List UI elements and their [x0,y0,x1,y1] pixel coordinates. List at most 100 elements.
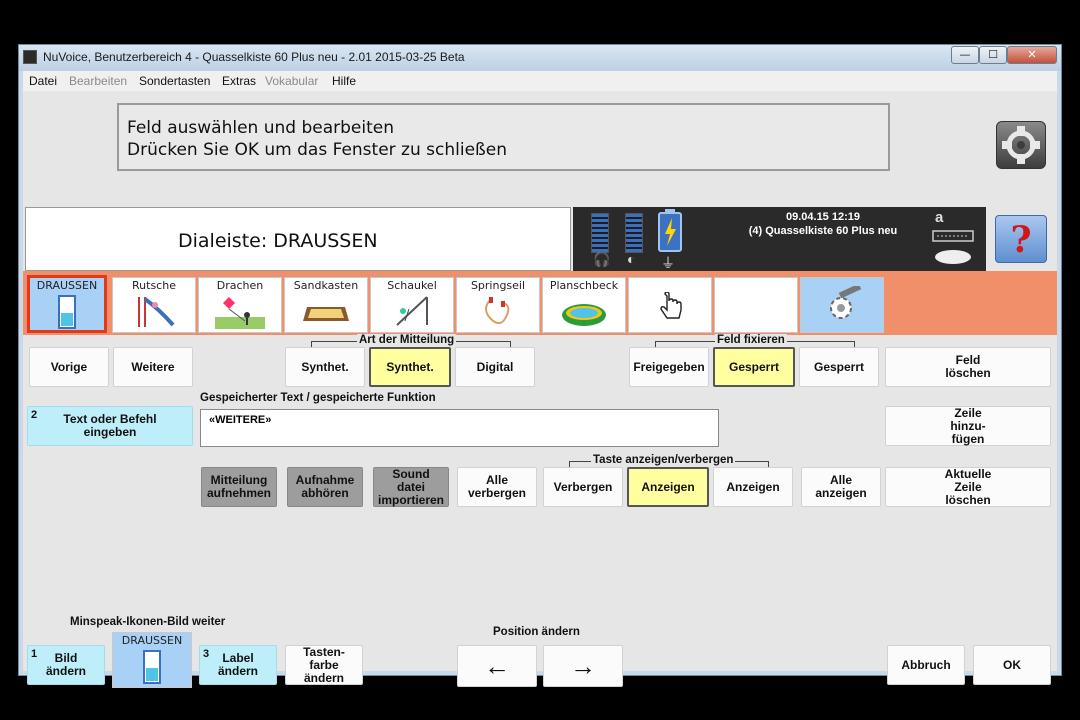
minimize-button[interactable]: — [951,46,979,64]
instruction-line-1: Feld auswählen und bearbeiten [127,118,395,138]
icon-row: DRAUSSEN Rutsche Drachen Sandkasten Scha… [23,271,1057,335]
mic-icon: ◐ [627,251,636,267]
icon-tile-tools[interactable] [800,277,884,333]
icon-tile-schaukel[interactable]: Schaukel [370,277,454,333]
menu-hilfe[interactable]: Hilfe [332,74,356,88]
wrench-icon [1002,126,1040,164]
aufnahme-abhoeren-button[interactable]: Aufnahme abhören [287,467,363,507]
bild-aendern-number: 1 [31,648,38,660]
stored-text-field[interactable]: «WEITERE» [200,409,719,447]
taste-verbergen-button[interactable]: Verbergen [543,467,623,507]
door-icon [127,650,177,684]
ok-button[interactable]: OK [973,645,1051,685]
feld-fixieren-label: Feld fixieren [715,334,787,346]
move-right-button[interactable]: → [543,645,623,687]
icon-tile-label: Drachen [216,279,264,292]
maximize-button[interactable]: ☐ [979,46,1007,64]
icon-tile-label: Springseil [470,279,526,292]
pool-icon [559,295,609,329]
taste-anzeigen-button-1[interactable]: Anzeigen [627,467,709,507]
jumprope-icon [473,295,523,329]
text-oder-befehl-number: 2 [31,409,38,421]
taste-anzeigen-button-2[interactable]: Anzeigen [713,467,793,507]
minspeak-label: Minspeak-Ikonen-Bild weiter [70,616,226,628]
headphones-icon: 🎧 [593,251,611,267]
kite-icon [215,295,265,329]
sandbox-icon [301,295,351,329]
status-panel: 🎧 ◐ ⏚ 09.04.15 12:19 (4) Quasselkiste 60… [573,207,986,271]
menu-bar: Datei Bearbeiten Sondertasten Extras Vok… [23,71,1057,91]
status-vocabulary: (4) Quasselkiste 60 Plus neu [748,225,898,237]
help-button[interactable]: ? [995,215,1047,263]
icon-tile-draussen[interactable]: DRAUSSEN [27,275,107,333]
icon-tile-label: Planschbeck [549,279,619,292]
arrow-left-icon: ← [484,650,510,681]
slide-icon [129,295,179,329]
menu-vokabular: Vokabular [265,74,319,88]
icon-tile-drachen[interactable]: Drachen [198,277,282,333]
menu-extras[interactable]: Extras [222,74,256,88]
app-icon [23,50,37,64]
text-oder-befehl-button[interactable]: 2 Text oder Befehl eingeben [27,406,193,446]
bild-aendern-label: Bild ändern [45,651,86,678]
tools-icon [817,283,867,320]
menu-sondertasten[interactable]: Sondertasten [139,74,210,88]
zeile-hinzufuegen-button[interactable]: Zeile hinzu-fügen [885,406,1051,446]
menu-datei[interactable]: Datei [29,74,57,88]
title-bar[interactable]: NuVoice, Benutzerbereich 4 - Quasselkist… [19,45,1061,71]
art-digital-button[interactable]: Digital [455,347,535,387]
feld-gesperrt-button-1[interactable]: Gesperrt [713,347,795,387]
label-aendern-button[interactable]: 3 Label ändern [199,645,277,685]
prev-button[interactable]: Vorige [29,347,109,387]
mic-level-meter [625,213,643,253]
tools-button[interactable] [996,121,1046,169]
icon-tile-label: Schaukel [387,279,437,292]
position-aendern-label: Position ändern [493,626,580,638]
icon-tile-springseil[interactable]: Springseil [456,277,540,333]
preview-label: DRAUSSEN [121,634,183,647]
art-synthet-button-1[interactable]: Synthet. [285,347,365,387]
app-window: NuVoice, Benutzerbereich 4 - Quasselkist… [18,44,1062,688]
label-aendern-number: 3 [203,648,210,660]
arrow-right-icon: → [570,650,596,681]
icon-tile-label: Rutsche [132,279,176,292]
window-title: NuVoice, Benutzerbereich 4 - Quasselkist… [43,50,465,64]
cancel-button[interactable]: Abbruch [887,645,965,685]
icon-tile-sandkasten[interactable]: Sandkasten [284,277,368,333]
keyboard-icon [932,230,974,264]
swing-icon [387,295,437,329]
art-synthet-button-2[interactable]: Synthet. [369,347,451,387]
icon-tile-empty-2[interactable] [714,277,798,333]
instruction-panel: Feld auswählen und bearbeiten Drücken Si… [117,103,890,171]
move-left-button[interactable]: ← [457,645,537,687]
label-aendern-label: Label ändern [217,651,258,678]
alle-verbergen-button[interactable]: Alle verbergen [457,467,537,507]
bild-aendern-button[interactable]: 1 Bild ändern [27,645,105,685]
plug-icon: ⏚ [661,255,675,271]
battery-icon [658,209,682,252]
editor-area: Feld auswählen und bearbeiten Drücken Si… [23,91,1057,688]
icon-tile-rutsche[interactable]: Rutsche [112,277,196,333]
feld-freigegeben-button[interactable]: Freigegeben [629,347,709,387]
mitteilung-aufnehmen-button[interactable]: Mitteilung aufnehmen [201,467,277,507]
art-der-mitteilung-label: Art der Mitteilung [357,334,457,346]
menu-bearbeiten: Bearbeiten [69,74,128,88]
status-datetime: 09.04.15 12:19 [785,211,860,223]
next-button[interactable]: Weitere [113,347,193,387]
feld-gesperrt-button-2[interactable]: Gesperrt [799,347,879,387]
volume-meter [591,213,609,253]
taste-label: Taste anzeigen/verbergen [591,454,736,466]
stored-text-label: Gespeicherter Text / gespeicherte Funkti… [200,392,436,404]
close-button[interactable]: ✕ [1007,46,1057,64]
sound-importieren-button[interactable]: Sound datei importieren [373,467,449,507]
feld-loeschen-button[interactable]: Feld löschen [885,347,1051,387]
icon-tile-planschbeck[interactable]: Planschbeck [542,277,626,333]
alle-anzeigen-button[interactable]: Alle anzeigen [801,467,881,507]
aktuelle-zeile-loeschen-button[interactable]: Aktuelle Zeile löschen [885,467,1051,507]
language-indicator: a [935,209,944,226]
preview-tile: DRAUSSEN [112,632,192,688]
tastenfarbe-aendern-button[interactable]: Tasten-farbe ändern [285,645,363,685]
icon-tile-empty-1[interactable] [628,277,712,333]
instruction-line-2: Drücken Sie OK um das Fenster zu schließ… [127,140,507,160]
dialeiste-title: Dialeiste: DRAUSSEN [25,207,571,271]
